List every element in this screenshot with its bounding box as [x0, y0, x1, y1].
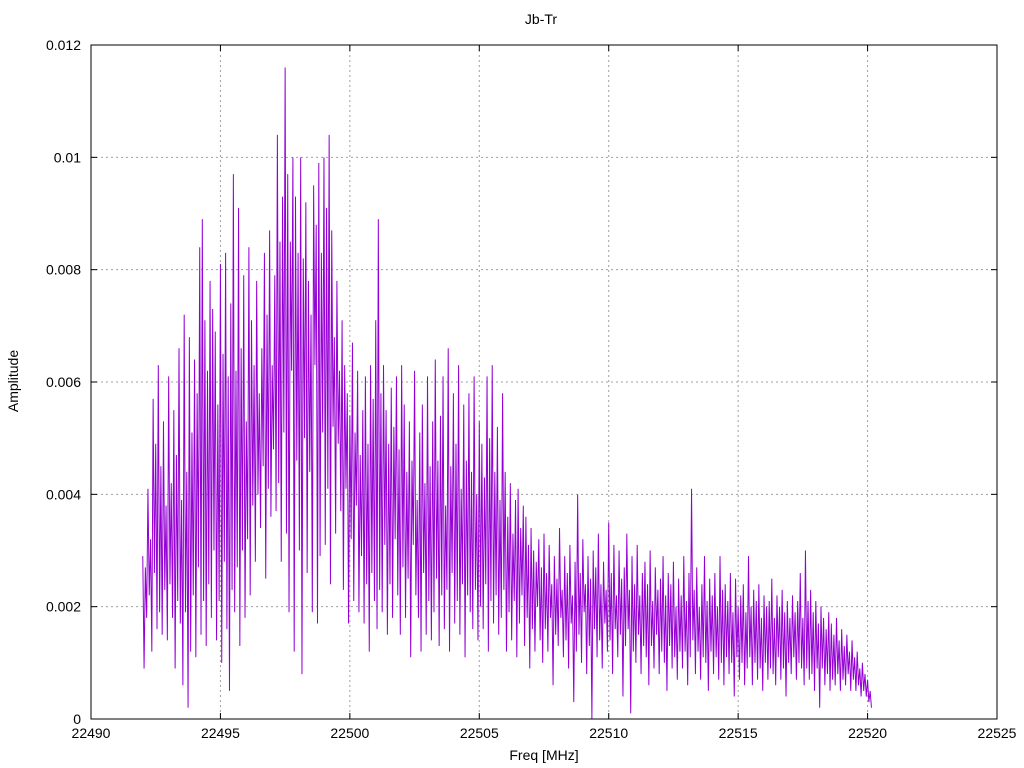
chart-title: Jb-Tr [525, 11, 557, 27]
y-tick-label: 0.006 [46, 374, 81, 390]
x-tick-label: 22515 [719, 725, 758, 741]
chart: 22490 22495 22500 22505 22510 22515 22520 22525… [0, 0, 1024, 768]
y-tick-label: 0.008 [46, 262, 81, 278]
x-tick-label: 22520 [848, 725, 887, 741]
y-tick-label: 0.01 [54, 149, 81, 165]
x-tick-label: 22510 [589, 725, 628, 741]
x-axis-label: Freq [MHz] [509, 747, 578, 763]
y-axis-label: Amplitude [5, 350, 21, 412]
x-tick-label: 22500 [330, 725, 369, 741]
x-tick-label: 22505 [460, 725, 499, 741]
chart-background [0, 0, 1024, 768]
y-tick-label: 0.004 [46, 486, 81, 502]
y-tick-label: 0.002 [46, 599, 81, 615]
y-tick-label: 0.012 [46, 37, 81, 53]
y-tick-label: 0 [73, 711, 81, 727]
x-tick-label: 22525 [978, 725, 1017, 741]
x-tick-label: 22490 [72, 725, 111, 741]
x-tick-label: 22495 [201, 725, 240, 741]
